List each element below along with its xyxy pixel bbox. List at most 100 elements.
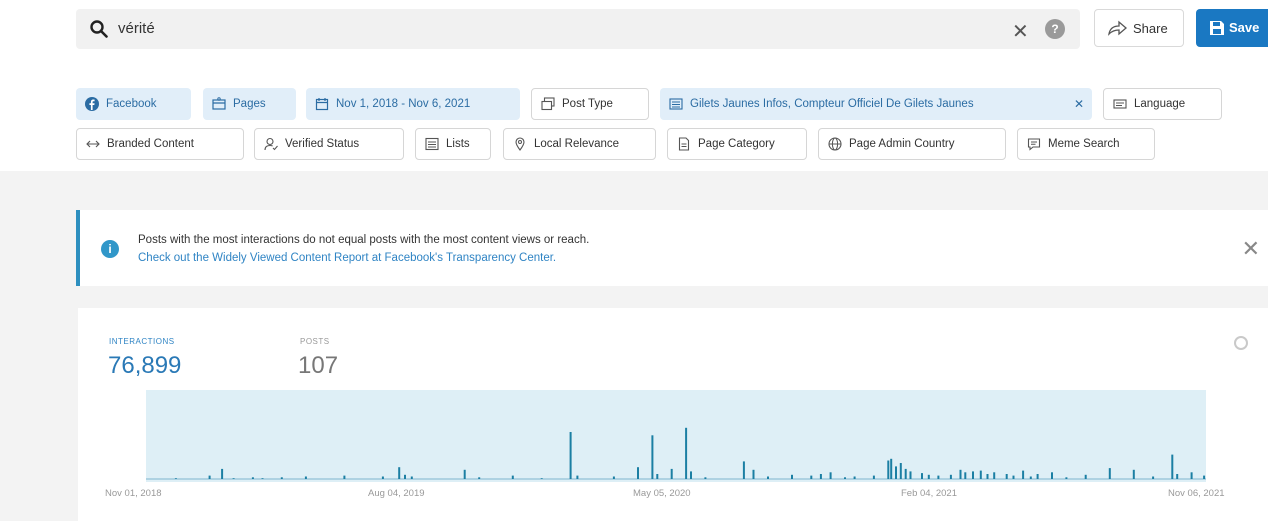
chart-bar[interactable] (829, 472, 832, 479)
verified-icon (264, 137, 278, 151)
chart-bar[interactable] (752, 469, 755, 479)
x-tick-label: Nov 06, 2021 (1168, 488, 1225, 499)
chart-bar[interactable] (949, 474, 952, 479)
chart-bar[interactable] (685, 427, 688, 479)
chart-bar[interactable] (1190, 472, 1193, 479)
search-input[interactable]: vérité (118, 20, 155, 37)
chart-bar[interactable] (208, 475, 211, 479)
chart-bar[interactable] (927, 474, 930, 479)
filter-local-relevance[interactable]: Local Relevance (503, 128, 656, 160)
chart-bar[interactable] (1084, 474, 1087, 479)
chart-bar[interactable] (819, 474, 822, 479)
chart-bar[interactable] (1152, 476, 1155, 480)
filter-meme-search[interactable]: Meme Search (1017, 128, 1155, 160)
interactions-chart (146, 390, 1206, 482)
filter-label: Local Relevance (534, 138, 620, 150)
chart-bar[interactable] (381, 476, 384, 480)
close-icon[interactable]: ✕ (1242, 236, 1260, 262)
chart-bar[interactable] (656, 474, 659, 479)
chart-bar[interactable] (1203, 475, 1206, 479)
chart-bar[interactable] (890, 458, 893, 479)
chart-bar[interactable] (1036, 474, 1039, 479)
chart-bar[interactable] (986, 474, 989, 479)
save-label: Save (1229, 20, 1260, 35)
chart-bar[interactable] (964, 472, 967, 479)
chart-bar[interactable] (612, 476, 615, 480)
chart-bar[interactable] (1065, 477, 1068, 479)
filter-page-admin-country[interactable]: Page Admin Country (818, 128, 1006, 160)
chart-bar[interactable] (872, 475, 875, 479)
chart-bar[interactable] (899, 463, 902, 479)
transparency-center-link[interactable]: Check out the Widely Viewed Content Repo… (138, 252, 556, 264)
chart-bar[interactable] (767, 476, 769, 480)
chart-plot (146, 427, 1206, 480)
chart-bar[interactable] (979, 470, 982, 479)
chart-bar[interactable] (1176, 474, 1179, 479)
chart-bar[interactable] (1029, 476, 1032, 480)
chart-bar[interactable] (261, 478, 264, 479)
filter-lists-selected[interactable]: Gilets Jaunes Infos, Compteur Officiel D… (660, 88, 1092, 120)
chart-bar[interactable] (853, 476, 856, 480)
chart-bar[interactable] (410, 476, 413, 480)
chart-bar[interactable] (690, 471, 692, 479)
chart-bar[interactable] (909, 471, 912, 479)
chart-bar[interactable] (280, 477, 283, 479)
post-type-icon (541, 97, 555, 111)
filter-page-category[interactable]: Page Category (667, 128, 807, 160)
filter-verified-status[interactable]: Verified Status (254, 128, 404, 160)
chart-bar[interactable] (651, 435, 654, 479)
chart-bar[interactable] (463, 469, 466, 479)
chart-bar[interactable] (742, 461, 745, 479)
save-button[interactable]: Save (1196, 9, 1268, 47)
chart-bar[interactable] (251, 477, 254, 479)
chart-bar[interactable] (637, 467, 639, 479)
chart-bar[interactable] (670, 468, 673, 479)
filter-language[interactable]: Language (1103, 88, 1222, 120)
chart-bar[interactable] (221, 468, 224, 479)
chart-bar[interactable] (1171, 454, 1174, 479)
x-tick-label: Feb 04, 2021 (901, 488, 957, 499)
chart-bar[interactable] (569, 432, 572, 479)
chart-bar[interactable] (398, 467, 401, 479)
chart-bar[interactable] (921, 473, 923, 479)
filter-lists[interactable]: Lists (415, 128, 491, 160)
chart-bar[interactable] (1108, 468, 1111, 479)
filter-platform-facebook[interactable]: Facebook (76, 88, 191, 120)
filter-branded-content[interactable]: Branded Content (76, 128, 244, 160)
chart-bar[interactable] (540, 478, 543, 479)
chart-bar[interactable] (404, 474, 406, 479)
help-icon[interactable]: ? (1045, 19, 1065, 39)
chart-bar[interactable] (904, 468, 907, 479)
search-bar[interactable]: vérité ✕ ? (76, 9, 1080, 49)
chart-bar[interactable] (844, 477, 846, 479)
chart-bar[interactable] (343, 475, 346, 479)
filter-label: Page Category (698, 138, 775, 150)
share-button[interactable]: Share (1094, 9, 1184, 47)
remove-filter-icon[interactable]: ✕ (1074, 88, 1084, 120)
settings-icon[interactable] (1234, 336, 1248, 350)
chart-bar[interactable] (1012, 475, 1015, 479)
chart-bar[interactable] (972, 471, 974, 479)
chart-bar[interactable] (1005, 474, 1008, 479)
chart-bar[interactable] (810, 475, 813, 479)
chart-bar[interactable] (895, 466, 897, 479)
filter-date-range[interactable]: Nov 1, 2018 - Nov 6, 2021 (306, 88, 520, 120)
chart-bar[interactable] (478, 477, 481, 479)
chart-bar[interactable] (959, 469, 962, 479)
chart-bar[interactable] (887, 460, 890, 480)
chart-bar[interactable] (993, 472, 996, 479)
chart-bar[interactable] (304, 476, 307, 480)
chart-bar[interactable] (511, 475, 514, 479)
chart-bar[interactable] (1022, 470, 1025, 479)
chart-bar[interactable] (704, 477, 707, 479)
chart-bar[interactable] (937, 475, 940, 479)
filter-post-type[interactable]: Post Type (531, 88, 649, 120)
clear-search-icon[interactable]: ✕ (1012, 19, 1029, 44)
chart-bar[interactable] (174, 478, 177, 479)
chart-bar[interactable] (232, 478, 235, 479)
filter-pages[interactable]: Pages (203, 88, 296, 120)
chart-bar[interactable] (576, 475, 579, 479)
chart-bar[interactable] (791, 474, 793, 479)
chart-bar[interactable] (1051, 472, 1053, 479)
chart-bar[interactable] (1132, 469, 1135, 479)
